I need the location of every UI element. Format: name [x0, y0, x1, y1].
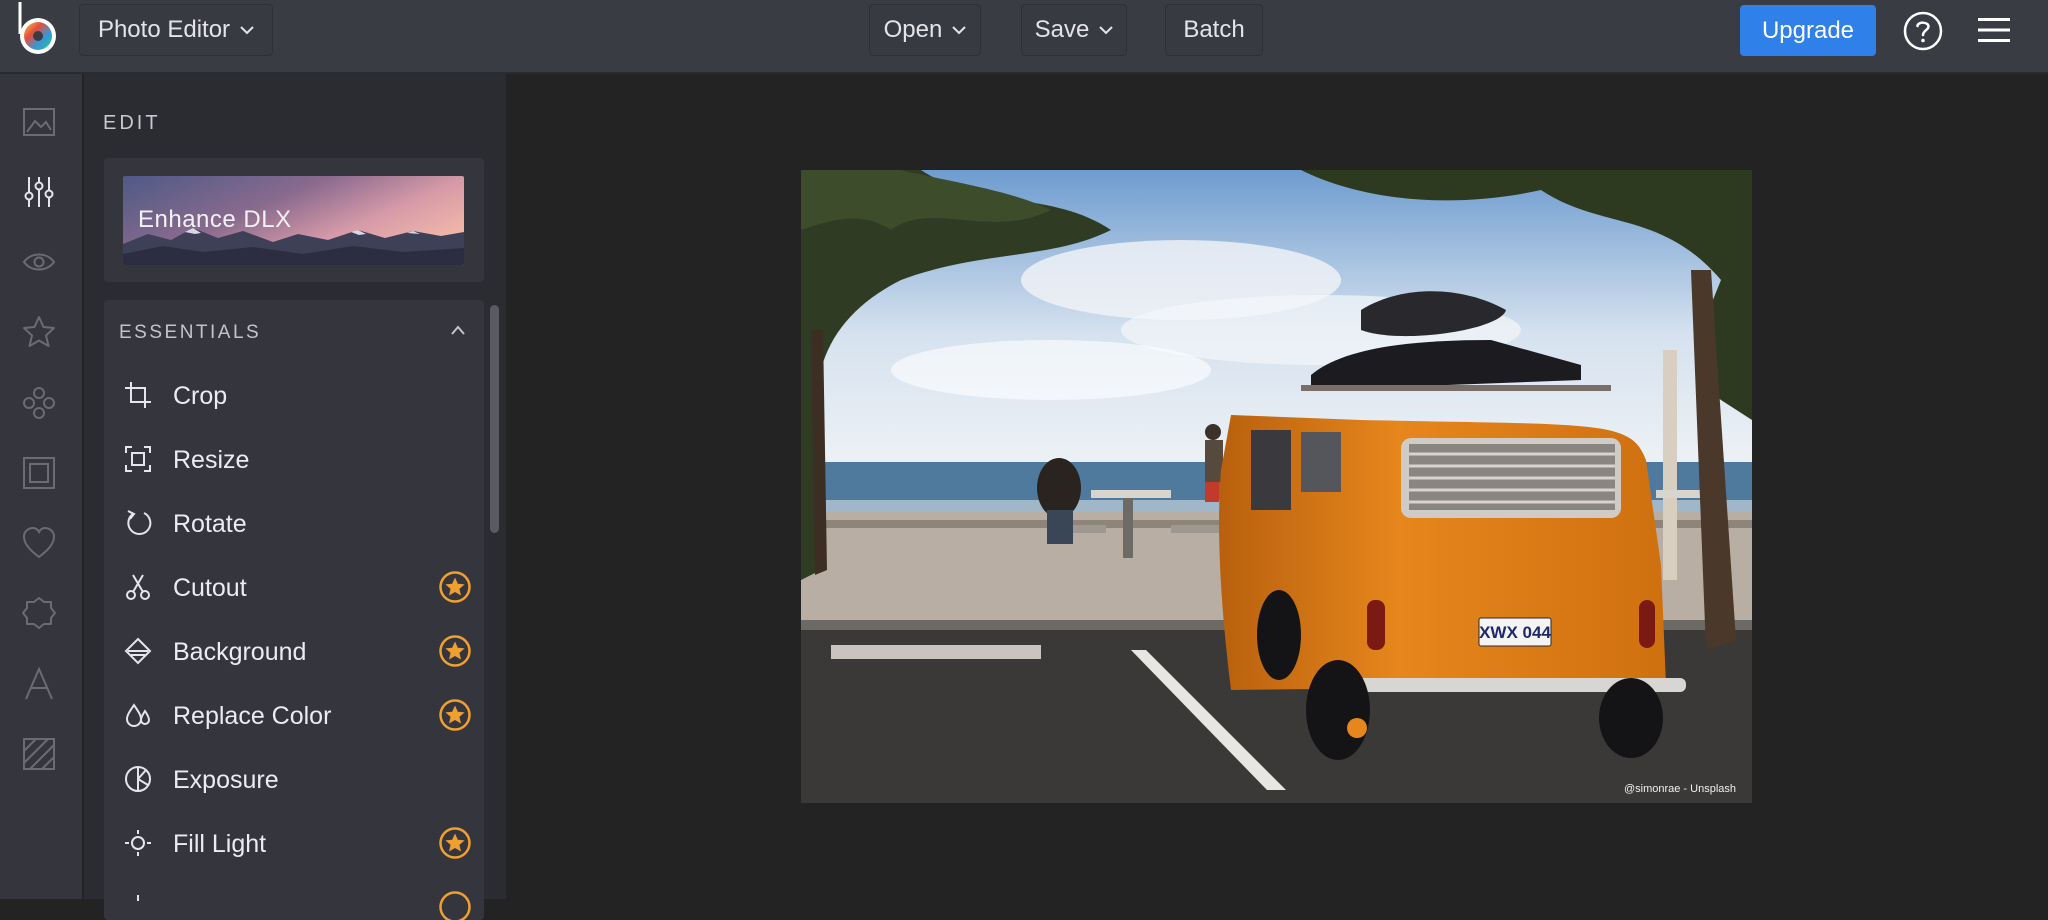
crop-icon	[124, 381, 152, 409]
heart-icon[interactable]	[21, 525, 57, 561]
tool-label: Rotate	[173, 510, 247, 539]
save-label: Save	[1035, 16, 1090, 44]
upgrade-label: Upgrade	[1762, 17, 1854, 45]
app-menu-dropdown[interactable]: Photo Editor	[79, 4, 273, 56]
enhance-label: Enhance DLX	[138, 206, 292, 234]
text-icon[interactable]	[21, 666, 57, 702]
section-title: ESSENTIALS	[119, 322, 261, 344]
chevron-down-icon	[1099, 26, 1113, 35]
scissors-icon	[124, 573, 152, 601]
premium-star-icon	[439, 699, 471, 731]
hamburger-menu-icon[interactable]	[1976, 14, 2012, 46]
tool-next-partial[interactable]	[104, 879, 484, 920]
background-icon	[124, 637, 152, 665]
badge-icon[interactable]	[21, 595, 57, 631]
tool-label: Fill Light	[173, 830, 266, 859]
resize-icon	[124, 445, 152, 473]
premium-star-icon	[439, 827, 471, 859]
tool-rotate[interactable]: Rotate	[104, 495, 484, 551]
batch-button[interactable]: Batch	[1165, 4, 1263, 56]
upgrade-button[interactable]: Upgrade	[1740, 5, 1876, 56]
frame-icon[interactable]	[21, 455, 57, 491]
chevron-down-icon	[952, 26, 966, 35]
premium-star-icon	[439, 635, 471, 667]
tool-crop[interactable]: Crop	[104, 367, 484, 423]
photo-canvas[interactable]: XWX 044 @simonrae - Unsplash	[801, 170, 1752, 803]
premium-star-icon	[439, 571, 471, 603]
fill-light-icon	[124, 829, 152, 857]
open-label: Open	[884, 16, 943, 44]
rotate-icon	[124, 509, 152, 537]
tool-label: Cutout	[173, 574, 247, 603]
license-plate: XWX 044	[1479, 623, 1551, 642]
tool-fill-light[interactable]: Fill Light	[104, 815, 484, 871]
chevron-up-icon[interactable]	[450, 324, 466, 336]
app-menu-label: Photo Editor	[98, 16, 230, 44]
save-button[interactable]: Save	[1021, 4, 1127, 56]
essentials-section: ESSENTIALS Crop Resize Rotate Cutout Bac…	[104, 300, 484, 920]
sliders-icon[interactable]	[21, 174, 57, 210]
tool-resize[interactable]: Resize	[104, 431, 484, 487]
tool-label: Exposure	[173, 766, 279, 795]
tool-label: Crop	[173, 382, 227, 411]
tool-replace-color[interactable]: Replace Color	[104, 687, 484, 743]
texture-icon[interactable]	[21, 736, 57, 772]
tool-background[interactable]: Background	[104, 623, 484, 679]
tool-label: Replace Color	[173, 702, 331, 731]
befunky-logo[interactable]	[14, 0, 62, 62]
tool-icon	[124, 893, 152, 920]
chevron-down-icon	[240, 26, 254, 35]
help-icon[interactable]	[1902, 10, 1944, 52]
droplets-icon	[124, 701, 152, 729]
tool-category-rail	[0, 74, 82, 899]
eye-icon[interactable]	[21, 244, 57, 280]
edit-panel: EDIT Enhance DLX ESSENTIALS	[84, 74, 506, 899]
open-button[interactable]: Open	[869, 4, 981, 56]
tool-cutout[interactable]: Cutout	[104, 559, 484, 615]
enhance-dlx-button[interactable]: Enhance DLX	[123, 176, 464, 265]
top-bar: Photo Editor Open Save Batch Upgrade	[0, 0, 2048, 74]
panel-heading: EDIT	[103, 112, 161, 135]
enhance-card: Enhance DLX	[104, 158, 484, 282]
tool-exposure[interactable]: Exposure	[104, 751, 484, 807]
batch-label: Batch	[1183, 16, 1244, 44]
star-icon[interactable]	[21, 314, 57, 350]
photo-image: XWX 044	[801, 170, 1752, 803]
tool-label: Resize	[173, 446, 249, 475]
photo-credit: @simonrae - Unsplash	[1624, 783, 1736, 795]
exposure-icon	[124, 765, 152, 793]
panel-scrollbar[interactable]	[490, 305, 499, 533]
tool-label: Background	[173, 638, 306, 667]
touch-up-icon[interactable]	[21, 385, 57, 421]
image-icon[interactable]	[21, 104, 57, 140]
premium-star-icon	[439, 891, 471, 920]
